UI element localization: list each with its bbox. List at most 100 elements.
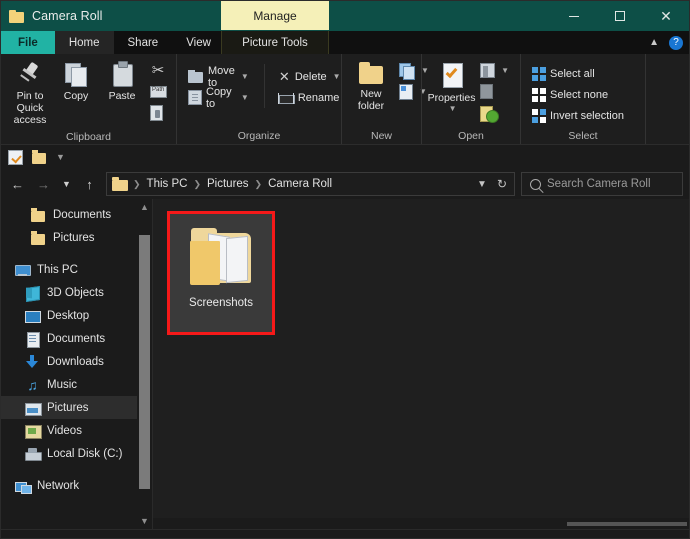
file-list-area[interactable]: Screenshots	[153, 199, 689, 529]
properties-qat-icon[interactable]	[8, 149, 23, 165]
ribbon-group-select-label: Select	[568, 129, 598, 142]
chevron-down-icon[interactable]: ▼	[333, 72, 341, 81]
address-bar[interactable]: ❯ This PC ❯ Pictures ❯ Camera Roll ▼ ↻	[106, 172, 515, 196]
copy-button[interactable]: Copy	[53, 58, 99, 105]
tab-share-label: Share	[127, 36, 159, 49]
tab-home[interactable]: Home	[54, 31, 114, 54]
chevron-down-icon[interactable]: ▼	[501, 66, 509, 75]
new-folder-button[interactable]: New folder	[348, 58, 394, 115]
sidebar-item-3d-objects[interactable]: 3D Objects	[1, 281, 152, 304]
pin-to-quick-access-label-line2: access	[13, 114, 47, 127]
folder-icon	[112, 177, 128, 191]
select-all-button[interactable]: Select all	[527, 63, 629, 84]
search-icon	[530, 178, 541, 190]
sidebar-item-documents[interactable]: Documents	[1, 327, 152, 350]
sidebar-item-label: Downloads	[47, 355, 104, 368]
folder-icon	[31, 207, 46, 222]
scroll-down-icon[interactable]: ▼	[137, 513, 152, 529]
rename-button[interactable]: Rename	[273, 87, 346, 108]
music-icon: ♫	[27, 376, 38, 393]
minimize-button[interactable]	[551, 1, 597, 31]
new-folder-icon	[357, 61, 385, 85]
quick-access-toolbar: ▼	[1, 145, 689, 169]
ribbon-group-open-body: Properties ▼ ▼	[422, 54, 520, 127]
copy-path-button[interactable]	[145, 81, 172, 102]
cut-scissors-icon: ✂	[151, 61, 165, 79]
sidebar-item-network[interactable]: Network	[1, 474, 152, 497]
address-dropdown-button[interactable]: ▼	[472, 173, 492, 195]
help-icon[interactable]: ?	[669, 35, 683, 50]
forward-button[interactable]: →	[31, 172, 56, 196]
ribbon-group-clipboard-body: Pin to Quick access Copy Paste ✂	[1, 54, 176, 129]
paste-button[interactable]: Paste	[99, 58, 145, 105]
tab-file[interactable]: File	[1, 31, 55, 54]
move-to-button[interactable]: Move to ▼	[183, 65, 254, 89]
sidebar-item-documents-quick[interactable]: Documents	[1, 203, 152, 226]
back-button[interactable]: ←	[5, 172, 30, 196]
up-arrow-icon: ↑	[86, 176, 93, 192]
list-item[interactable]: Screenshots	[167, 211, 275, 335]
sidebar-item-desktop[interactable]: Desktop	[1, 304, 152, 327]
this-pc-icon	[15, 263, 31, 277]
paste-icon	[110, 61, 134, 87]
ribbon-group-select-body: Select all Select none Invert selection	[521, 54, 645, 127]
documents-icon	[25, 331, 40, 348]
history-button[interactable]	[475, 102, 514, 123]
up-button[interactable]: ↑	[77, 172, 102, 196]
breadcrumb-camera-roll[interactable]: Camera Roll	[264, 177, 336, 191]
sidebar-item-pictures[interactable]: Pictures	[1, 396, 152, 419]
sidebar-item-downloads[interactable]: Downloads	[1, 350, 152, 373]
tab-picture-tools[interactable]: Picture Tools	[221, 31, 329, 54]
scroll-up-icon[interactable]: ▲	[137, 199, 152, 215]
breadcrumb-this-pc[interactable]: This PC	[143, 177, 192, 191]
sidebar-item-local-disk[interactable]: Local Disk (C:)	[1, 442, 152, 465]
sidebar-item-pictures-quick[interactable]: Pictures	[1, 226, 152, 249]
manage-contextual-tab[interactable]: Manage	[221, 1, 329, 30]
ribbon-group-new-body: New folder ▼ ▼	[342, 54, 429, 127]
copy-to-button[interactable]: Copy to ▼	[183, 86, 254, 110]
horizontal-scrollbar[interactable]	[153, 518, 689, 529]
navigation-scrollbar[interactable]: ▲ ▼	[137, 199, 152, 529]
recent-locations-button[interactable]: ▼	[57, 172, 76, 196]
sidebar-item-this-pc[interactable]: This PC	[1, 258, 152, 281]
maximize-button[interactable]	[597, 1, 643, 31]
videos-icon	[25, 424, 42, 439]
sidebar-item-music[interactable]: ♫ Music	[1, 373, 152, 396]
scrollbar-thumb[interactable]	[139, 235, 150, 489]
pin-to-quick-access-button[interactable]: Pin to Quick access	[7, 58, 53, 129]
search-input[interactable]: Search Camera Roll	[547, 178, 651, 190]
network-icon	[15, 479, 32, 494]
open-icon	[480, 63, 496, 78]
properties-button[interactable]: Properties ▼	[428, 58, 475, 116]
invert-selection-button[interactable]: Invert selection	[527, 105, 629, 126]
customize-caret-icon[interactable]: ▼	[56, 152, 65, 162]
breadcrumb-pictures[interactable]: Pictures	[203, 177, 253, 191]
collapse-ribbon-icon[interactable]: ▲	[649, 37, 659, 48]
navigation-pane: Documents Pictures This PC 3D Objects De…	[1, 199, 153, 529]
ribbon-group-clipboard: Pin to Quick access Copy Paste ✂ Clipboa	[1, 54, 176, 144]
close-button[interactable]: ✕	[643, 1, 689, 31]
chevron-down-icon[interactable]: ▼	[241, 72, 249, 81]
cut-button[interactable]: ✂	[145, 60, 172, 81]
manage-tab-label: Manage	[253, 8, 297, 23]
chevron-down-icon[interactable]: ▼	[241, 93, 249, 102]
window-title: Camera Roll	[32, 9, 103, 23]
ribbon-group-clipboard-label: Clipboard	[66, 130, 111, 143]
select-none-button[interactable]: Select none	[527, 84, 629, 105]
new-folder-qat-icon[interactable]	[32, 149, 47, 165]
scrollbar-thumb[interactable]	[567, 522, 687, 526]
edit-button[interactable]	[475, 81, 514, 102]
delete-button[interactable]: ✕ Delete ▼	[273, 66, 346, 87]
tab-share[interactable]: Share	[114, 31, 173, 54]
chevron-down-icon[interactable]: ▼	[449, 104, 457, 113]
refresh-button[interactable]: ↻	[492, 173, 512, 195]
invert-selection-icon	[532, 108, 546, 123]
search-box[interactable]: Search Camera Roll	[521, 172, 683, 196]
sidebar-item-videos[interactable]: Videos	[1, 419, 152, 442]
sidebar-item-label: Desktop	[47, 309, 90, 322]
open-button[interactable]: ▼	[475, 60, 514, 81]
title-bar: Camera Roll Manage ✕	[1, 1, 689, 31]
tab-view[interactable]: View	[172, 31, 225, 54]
paste-shortcut-button[interactable]	[145, 102, 172, 123]
